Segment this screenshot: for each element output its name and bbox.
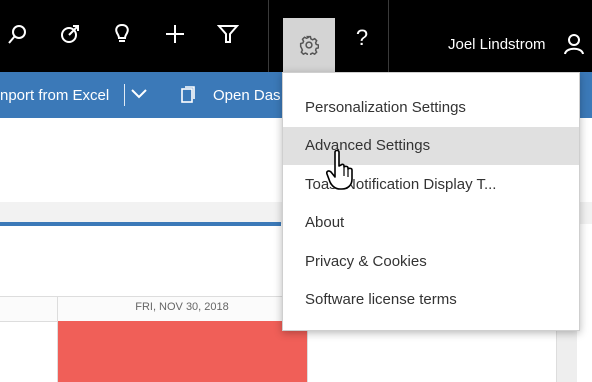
hand-cursor-icon (326, 149, 353, 190)
help-button[interactable]: ? (351, 24, 373, 52)
settings-button[interactable] (283, 18, 335, 72)
toolbar-divider (388, 0, 389, 72)
menu-item-software-license-terms[interactable]: Software license terms (283, 281, 579, 319)
menu-item-personalization-settings[interactable]: Personalization Settings (283, 89, 579, 127)
menu-item-privacy-cookies[interactable]: Privacy & Cookies (283, 243, 579, 281)
calendar-date-header: FRI, NOV 30, 2018 (135, 301, 229, 313)
target-icon[interactable] (56, 20, 84, 48)
filter-icon[interactable] (214, 20, 242, 48)
active-tab-underline (0, 222, 281, 226)
document-icon (181, 86, 195, 103)
user-name[interactable]: Joel Lindstrom (448, 36, 546, 53)
person-icon[interactable] (563, 33, 585, 55)
toolbar-divider (268, 0, 269, 72)
chevron-down-icon[interactable] (130, 86, 148, 102)
open-dashboards-button[interactable]: Open Das (213, 87, 281, 104)
calendar-event[interactable] (58, 321, 307, 382)
top-navigation-bar: ? Joel Lindstrom (0, 0, 592, 72)
lightbulb-icon[interactable] (108, 20, 136, 48)
menu-item-about[interactable]: About (283, 204, 579, 242)
import-from-excel-button[interactable]: nport from Excel (0, 87, 109, 104)
search-icon[interactable] (4, 20, 32, 48)
plus-icon[interactable] (161, 20, 189, 48)
command-divider (124, 84, 125, 106)
settings-dropdown-menu: Personalization Settings Advanced Settin… (282, 72, 580, 331)
gear-icon (299, 35, 319, 55)
